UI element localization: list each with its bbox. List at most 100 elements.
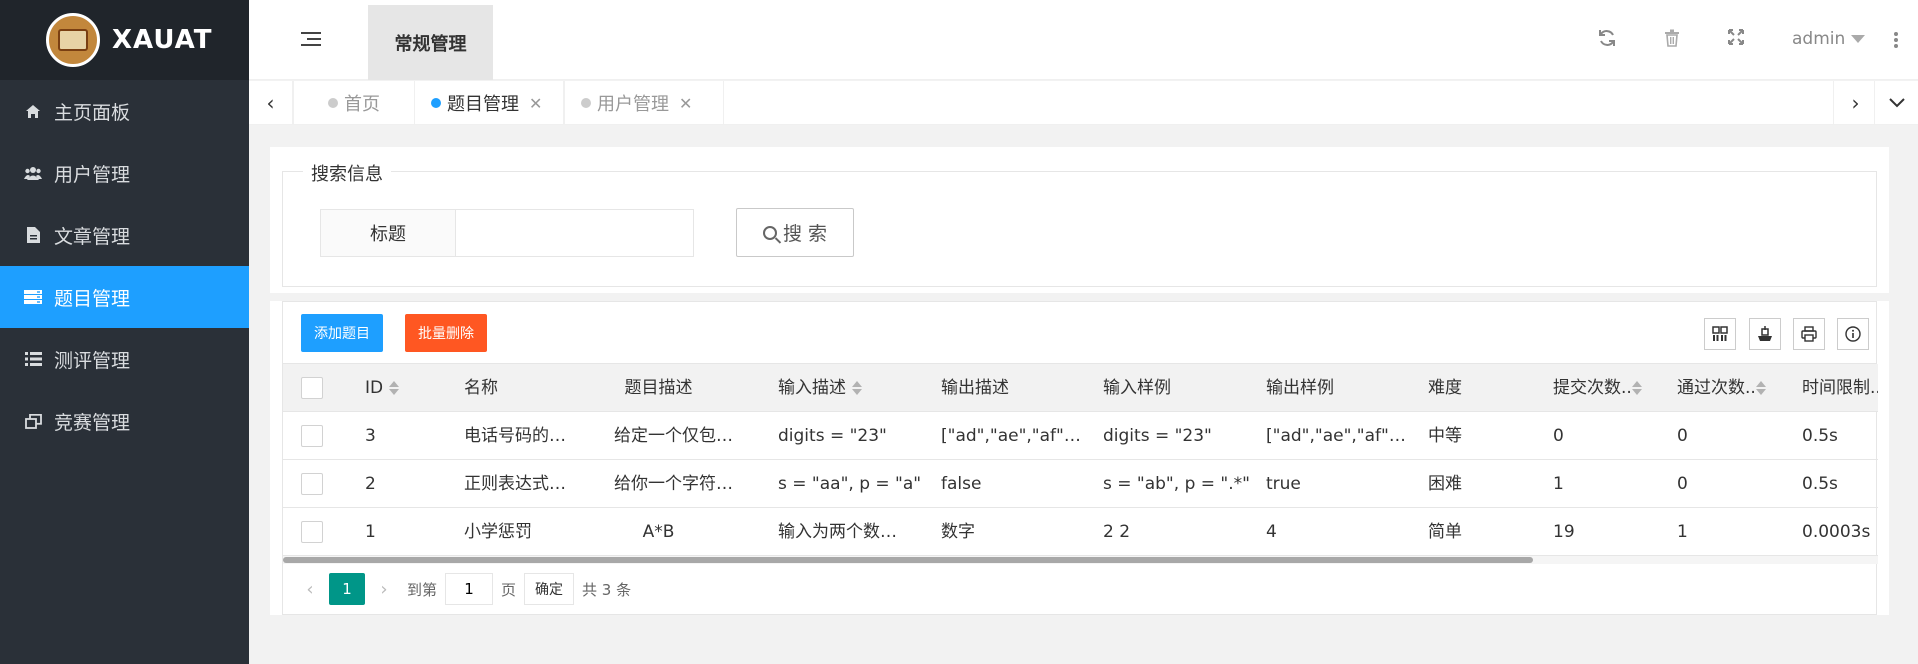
table-row[interactable]: 1 小学惩罚 A*B 输入为两个数… 数字 2 2 4 简单 19 1 0.00… xyxy=(283,508,1878,556)
refresh-icon[interactable] xyxy=(1596,29,1618,51)
col-header-submissions[interactable]: 提交次数.. xyxy=(1553,364,1671,412)
sidebar-item-users[interactable]: 用户管理 xyxy=(0,142,249,204)
sidebar-item-label: 文章管理 xyxy=(54,225,131,248)
sort-icon[interactable] xyxy=(389,380,400,396)
sidebar-item-articles[interactable]: 文章管理 xyxy=(0,204,249,266)
cell-input-sample: digits = "23" xyxy=(1103,426,1212,446)
cell-accepted: 1 xyxy=(1677,522,1688,542)
tab-users[interactable]: 用户管理 ✕ xyxy=(564,81,724,125)
col-header-label: ID xyxy=(365,378,384,398)
cell-input-desc: s = "aa", p = "a" xyxy=(778,474,922,494)
cell-accepted: 0 xyxy=(1677,426,1688,446)
col-header-output-desc: 输出描述 xyxy=(941,378,1009,398)
sidebar-item-problems[interactable]: 题目管理 xyxy=(0,266,249,328)
select-all-checkbox[interactable] xyxy=(301,377,323,399)
col-header-input-desc[interactable]: 输入描述 xyxy=(778,364,918,412)
brand-name: XAUAT xyxy=(112,25,213,55)
close-icon[interactable]: ✕ xyxy=(679,94,692,113)
close-icon[interactable]: ✕ xyxy=(529,94,542,113)
trash-icon[interactable] xyxy=(1661,29,1683,51)
cell-difficulty: 困难 xyxy=(1428,474,1462,494)
logo[interactable]: XAUAT xyxy=(0,0,249,80)
search-button[interactable]: 搜 索 xyxy=(736,208,854,257)
cell-input-sample: s = "ab", p = ".*" xyxy=(1103,474,1250,494)
horizontal-scrollbar[interactable] xyxy=(283,556,1878,564)
total-count: 共 3 条 xyxy=(582,580,632,599)
tabs-scroll-right-icon[interactable]: › xyxy=(1833,81,1877,125)
cell-id: 2 xyxy=(365,474,376,494)
users-icon xyxy=(24,165,42,181)
goto-confirm-button[interactable]: 确定 xyxy=(524,573,575,605)
sort-icon[interactable] xyxy=(852,380,862,396)
goto-label: 到第 xyxy=(407,580,438,599)
data-table: 添加题目 批量删除 ID 名称 题目描述 输入描述 输出描述 输入样例 输出样例… xyxy=(282,301,1878,615)
print-icon[interactable] xyxy=(1793,318,1825,350)
col-header-time-limit: 时间限制... xyxy=(1802,378,1878,398)
tab-dot-icon xyxy=(431,98,441,108)
row-checkbox[interactable] xyxy=(301,473,323,495)
current-page-button[interactable]: 1 xyxy=(329,573,365,605)
page-unit-label: 页 xyxy=(501,580,517,599)
sidebar-item-label: 测评管理 xyxy=(54,349,131,372)
window-restore-icon xyxy=(24,413,42,429)
sidebar-item-label: 题目管理 xyxy=(54,287,131,310)
sort-icon[interactable] xyxy=(1631,380,1642,396)
cell-name: 电话号码的… xyxy=(464,426,566,446)
next-page-icon[interactable]: › xyxy=(369,579,399,600)
goto-page-input[interactable] xyxy=(445,573,494,605)
more-vertical-icon[interactable] xyxy=(1894,32,1898,50)
cell-output-sample: true xyxy=(1266,474,1301,494)
col-header-accepted[interactable]: 通过次数.. xyxy=(1677,364,1795,412)
row-checkbox[interactable] xyxy=(301,425,323,447)
sidebar-item-label: 用户管理 xyxy=(54,163,131,186)
cell-name: 正则表达式… xyxy=(464,474,566,494)
fullscreen-icon[interactable] xyxy=(1725,29,1747,51)
top-header: 常规管理 admin xyxy=(249,0,1918,80)
col-header-label: 通过次数.. xyxy=(1677,378,1756,398)
tab-problems[interactable]: 题目管理 ✕ xyxy=(414,81,564,125)
col-header-id[interactable]: ID xyxy=(365,364,455,412)
col-header-label: 输入描述 xyxy=(778,378,846,398)
title-search-input[interactable] xyxy=(456,210,693,256)
cell-description: A*B xyxy=(642,522,675,542)
table-row[interactable]: 3 电话号码的… 给定一个仅包… digits = "23" ["ad","ae… xyxy=(283,412,1878,460)
tab-dot-icon xyxy=(581,98,591,108)
sidebar-item-contests[interactable]: 竞赛管理 xyxy=(0,390,249,452)
add-problem-button[interactable]: 添加题目 xyxy=(301,314,383,352)
sidebar-item-dashboard[interactable]: 主页面板 xyxy=(0,80,249,142)
user-menu[interactable]: admin xyxy=(1792,29,1866,49)
export-icon[interactable] xyxy=(1749,318,1781,350)
tabs-scroll-left-icon[interactable]: ‹ xyxy=(249,81,293,125)
user-name: admin xyxy=(1792,29,1846,49)
prev-page-icon[interactable]: ‹ xyxy=(295,579,325,600)
sidebar-item-evaluation[interactable]: 测评管理 xyxy=(0,328,249,390)
cell-submissions: 19 xyxy=(1553,522,1575,542)
columns-filter-icon[interactable] xyxy=(1704,318,1736,350)
cell-difficulty: 简单 xyxy=(1428,522,1462,542)
table-toolbar: 添加题目 批量删除 xyxy=(283,302,1876,364)
sort-icon[interactable] xyxy=(1755,380,1766,396)
header-tab-general[interactable]: 常规管理 xyxy=(368,5,493,80)
tab-label: 用户管理 xyxy=(597,94,669,115)
sidebar: XAUAT 主页面板 用户管理 文章管理 题目管理 测评管理 竞赛管理 xyxy=(0,0,249,664)
info-icon[interactable] xyxy=(1837,318,1869,350)
logo-emblem-icon xyxy=(46,13,100,67)
pagination: ‹ 1 › 到第 页 确定 共 3 条 xyxy=(283,564,1878,614)
cell-difficulty: 中等 xyxy=(1428,426,1462,446)
search-button-label: 搜 索 xyxy=(782,223,828,245)
batch-delete-button[interactable]: 批量删除 xyxy=(405,314,487,352)
tabs-dropdown-icon[interactable] xyxy=(1874,81,1918,125)
cell-description: 给你一个字符… xyxy=(614,474,733,494)
search-panel: 搜索信息 标题 搜 索 xyxy=(270,147,1889,293)
table-row[interactable]: 2 正则表达式… 给你一个字符… s = "aa", p = "a" false… xyxy=(283,460,1878,508)
title-field-label: 标题 xyxy=(321,210,456,256)
tab-home[interactable]: 首页 xyxy=(293,81,415,125)
col-header-output-sample: 输出样例 xyxy=(1266,378,1334,398)
search-legend: 搜索信息 xyxy=(303,160,391,186)
cell-submissions: 0 xyxy=(1553,426,1564,446)
row-checkbox[interactable] xyxy=(301,521,323,543)
scrollbar-thumb[interactable] xyxy=(283,557,1533,563)
menu-toggle-icon[interactable] xyxy=(301,32,321,48)
sidebar-item-label: 主页面板 xyxy=(54,101,131,124)
cell-input-sample: 2 2 xyxy=(1103,522,1131,542)
